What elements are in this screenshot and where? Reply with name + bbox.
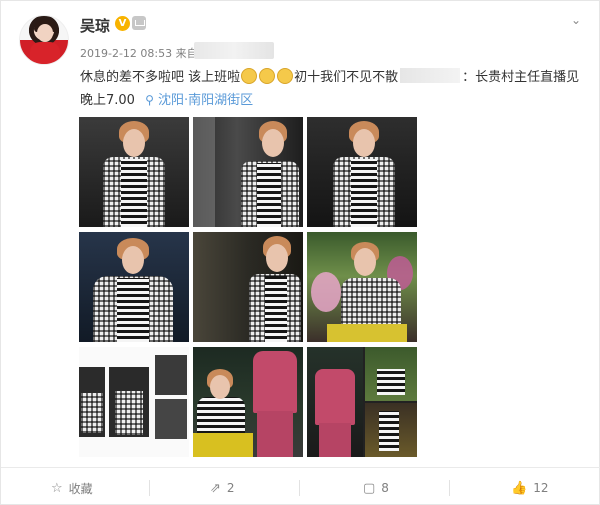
post-text-part2: 初十我们不见不散: [294, 70, 399, 85]
post-photo-3[interactable]: [307, 117, 417, 227]
username[interactable]: 吴琼: [80, 15, 110, 36]
post-photo-6[interactable]: [307, 232, 417, 342]
chevron-down-icon[interactable]: ⌄: [569, 13, 583, 27]
post-photo-8[interactable]: [193, 347, 303, 457]
footer-divider: [1, 467, 600, 468]
blurred-source: [194, 42, 274, 59]
like-button[interactable]: 👍 12: [511, 477, 548, 499]
star-icon: ☆: [51, 480, 63, 496]
post-photo-9[interactable]: [307, 347, 417, 457]
repost-icon: ⇗: [210, 480, 221, 496]
repost-button[interactable]: ⇗ 2: [210, 477, 235, 499]
location-pin-icon: ⚲: [145, 93, 154, 107]
member-badge-icon: [132, 16, 146, 30]
comment-button[interactable]: ▢ 8: [363, 477, 389, 499]
repost-count: 2: [226, 481, 235, 495]
post-meta: 2019-2-12 08:53 来自: [80, 45, 198, 61]
smile-emoji-icon: [259, 68, 276, 84]
action-divider: [149, 480, 150, 496]
action-divider: [299, 480, 300, 496]
smile-emoji-icon: [241, 68, 258, 84]
post-photo-2[interactable]: [193, 117, 303, 227]
smile-emoji-icon: [277, 68, 294, 84]
post-text: 休息的差不多啦吧 该上班啦 初十我们不见不散 ：长贵村主任直播见 晚上7.00 ⚲ …: [80, 67, 590, 112]
post-photo-5[interactable]: [193, 232, 303, 342]
favorite-label: 收藏: [68, 481, 93, 496]
thumbs-up-icon: 👍: [511, 480, 528, 496]
post-text-part1: 休息的差不多啦吧 该上班啦: [80, 70, 241, 85]
avatar[interactable]: [19, 15, 69, 65]
post-timestamp[interactable]: 2019-2-12 08:53: [80, 47, 172, 60]
favorite-button[interactable]: ☆ 收藏: [51, 477, 93, 499]
location-link[interactable]: 沈阳·南阳湖街区: [158, 93, 253, 108]
blurred-mention: [400, 68, 461, 83]
post-photo-4[interactable]: [79, 232, 189, 342]
post-photo-7[interactable]: [79, 347, 189, 457]
comment-icon: ▢: [363, 480, 376, 496]
like-count: 12: [533, 481, 549, 495]
comment-count: 8: [381, 481, 389, 495]
verified-badge-icon: V: [115, 16, 130, 31]
action-divider: [449, 480, 450, 496]
weibo-post-card: 吴琼 V ⌄ 2019-2-12 08:53 来自 休息的差不多啦吧 该上班啦 初…: [0, 0, 600, 505]
post-photo-1[interactable]: [79, 117, 189, 227]
